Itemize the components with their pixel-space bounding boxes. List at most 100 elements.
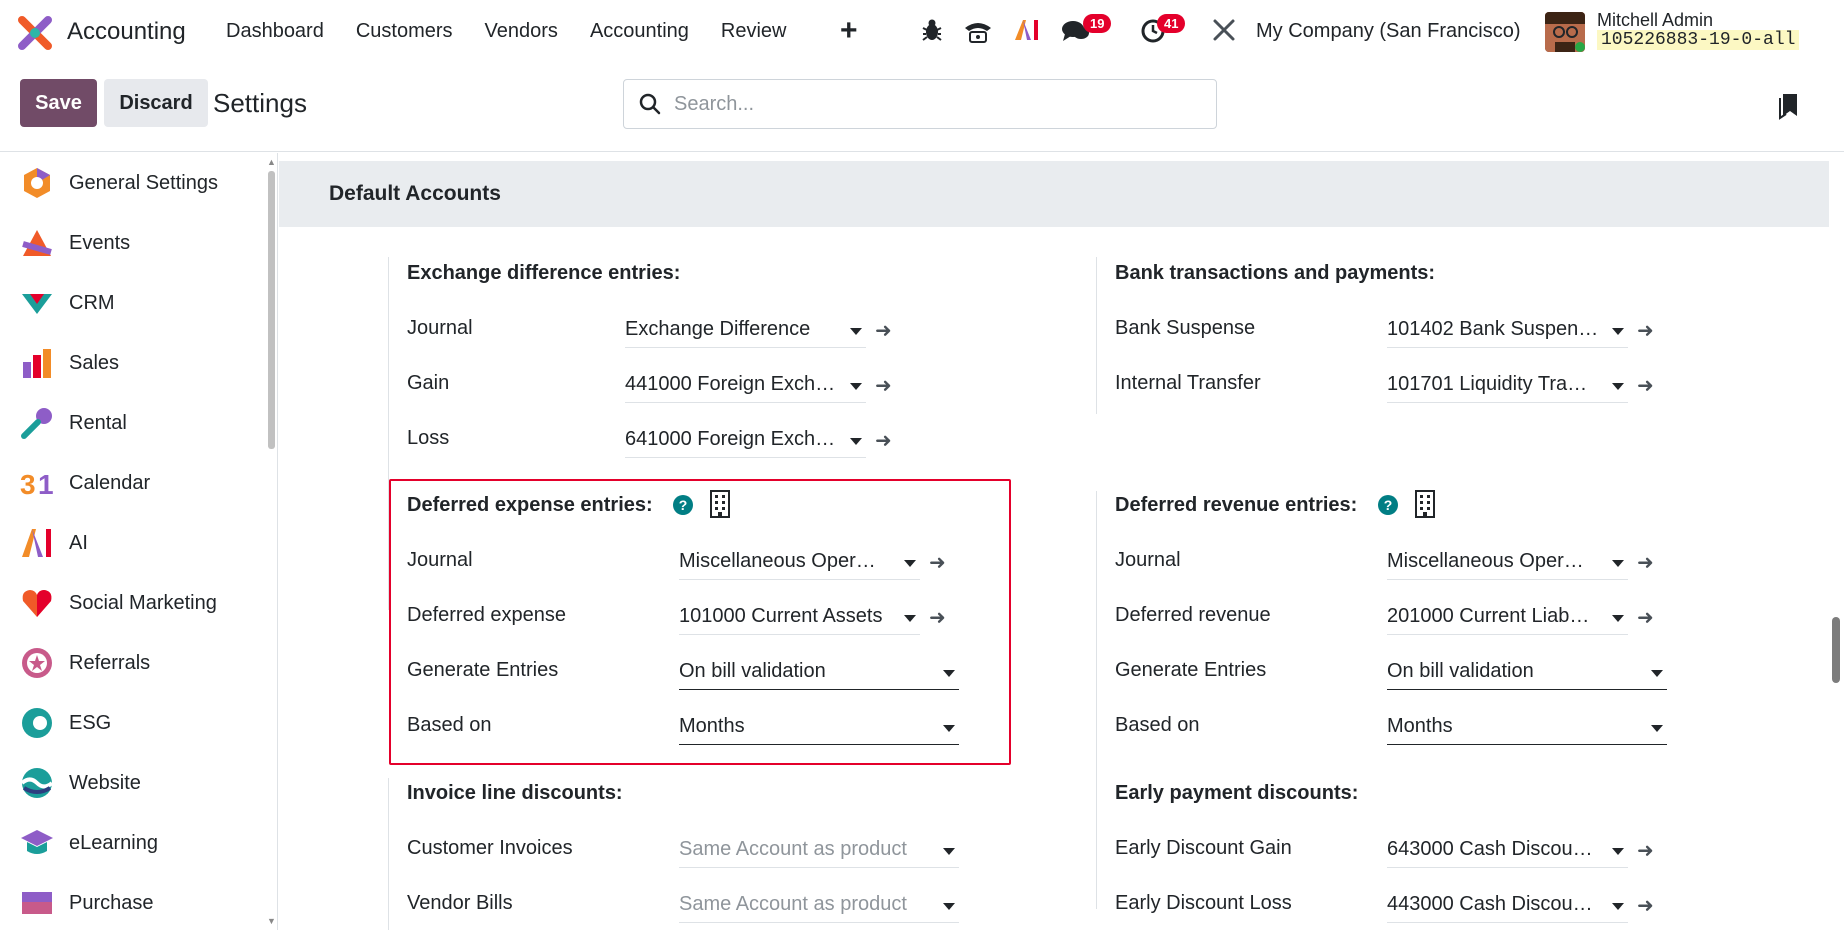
chevron-down-icon	[1612, 848, 1624, 855]
chevron-down-icon	[1612, 560, 1624, 567]
deferred-revenue-journal-label: Journal	[1115, 549, 1181, 571]
sidebar-item-esg[interactable]: ESG	[0, 693, 265, 753]
chevron-down-icon	[850, 438, 862, 445]
early-discount-gain-label: Early Discount Gain	[1115, 837, 1292, 859]
customer-invoices-select[interactable]: Same Account as product	[679, 836, 959, 868]
sidebar-item-elearning[interactable]: eLearning	[0, 813, 265, 873]
company-building-icon	[1415, 490, 1435, 518]
top-navbar: Accounting Dashboard Customers Vendors A…	[0, 0, 1844, 64]
settings-sidebar: General Settings Events CRM Sales Rental	[0, 153, 278, 930]
internal-transfer-select[interactable]: 101701 Liquidity Tra…	[1387, 371, 1628, 403]
early-discount-gain-select[interactable]: 643000 Cash Discou…	[1387, 836, 1628, 868]
company-switcher[interactable]: My Company (San Francisco)	[1256, 20, 1521, 43]
sidebar-scroll-up-icon[interactable]: ▲	[267, 157, 276, 167]
invoice-discounts-title: Invoice line discounts:	[407, 782, 623, 804]
sidebar-item-purchase[interactable]: Purchase	[0, 873, 265, 930]
scrollbar-thumb[interactable]	[1832, 617, 1840, 683]
phone-icon[interactable]	[963, 18, 993, 44]
discard-button[interactable]: Discard	[104, 79, 208, 127]
internal-link-arrow-icon[interactable]: ➜	[875, 373, 892, 398]
purchase-icon	[22, 892, 52, 914]
deferred-revenue-based-select[interactable]: Months	[1387, 713, 1667, 745]
deferred-revenue-generate-select[interactable]: On bill validation	[1387, 658, 1667, 690]
exchange-journal-select[interactable]: Exchange Difference	[625, 316, 866, 348]
referrals-icon	[22, 648, 52, 678]
search-bar[interactable]	[623, 79, 1217, 129]
bookmark-icon[interactable]	[1778, 92, 1800, 120]
exchange-gain-select[interactable]: 441000 Foreign Exch…	[625, 371, 866, 403]
exchange-journal-label: Journal	[407, 317, 473, 339]
vendor-bills-select[interactable]: Same Account as product	[679, 891, 959, 923]
save-button[interactable]: Save	[20, 79, 97, 127]
sidebar-item-crm[interactable]: CRM	[0, 273, 265, 333]
chevron-down-icon	[1612, 383, 1624, 390]
deferred-revenue-based-label: Based on	[1115, 714, 1200, 736]
internal-link-arrow-icon[interactable]: ➜	[1637, 318, 1654, 343]
menu-vendors[interactable]: Vendors	[485, 20, 558, 43]
accounting-logo-icon[interactable]	[18, 16, 52, 50]
svg-text:3: 3	[20, 469, 36, 500]
user-avatar[interactable]	[1545, 12, 1585, 52]
elearning-icon	[21, 830, 53, 854]
search-input[interactable]	[674, 92, 1174, 116]
deferred-revenue-generate-label: Generate Entries	[1115, 659, 1267, 681]
bank-group-title: Bank transactions and payments:	[1115, 262, 1436, 284]
chevron-down-icon	[1651, 670, 1663, 677]
esg-icon	[22, 708, 52, 738]
menu-dashboard[interactable]: Dashboard	[226, 20, 324, 43]
svg-text:1: 1	[38, 469, 54, 500]
bank-suspense-select[interactable]: 101402 Bank Suspen…	[1387, 316, 1628, 348]
user-name[interactable]: Mitchell Admin	[1597, 10, 1713, 31]
sidebar-item-rental[interactable]: Rental	[0, 393, 265, 453]
vendor-bills-label: Vendor Bills	[407, 892, 513, 914]
internal-link-arrow-icon[interactable]: ➜	[1637, 893, 1654, 918]
bank-suspense-label: Bank Suspense	[1115, 317, 1256, 339]
exchange-loss-label: Loss	[407, 427, 450, 449]
search-icon	[639, 93, 661, 115]
internal-link-arrow-icon[interactable]: ➜	[1637, 838, 1654, 863]
sidebar-item-ai[interactable]: AI	[0, 513, 265, 573]
chevron-down-icon	[943, 903, 955, 910]
menu-customers[interactable]: Customers	[356, 20, 453, 43]
exchange-gain-label: Gain	[407, 372, 450, 394]
internal-transfer-label: Internal Transfer	[1115, 372, 1261, 394]
internal-link-arrow-icon[interactable]: ➜	[875, 318, 892, 343]
sidebar-item-referrals[interactable]: Referrals	[0, 633, 265, 693]
divider	[1096, 491, 1097, 909]
chevron-down-icon	[1612, 615, 1624, 622]
main-scrollbar[interactable]	[1829, 153, 1844, 930]
menu-accounting[interactable]: Accounting	[590, 20, 689, 43]
page-title: Settings	[213, 88, 307, 118]
internal-link-arrow-icon[interactable]: ➜	[1637, 373, 1654, 398]
plus-icon[interactable]: +	[840, 14, 858, 48]
menu-review[interactable]: Review	[721, 20, 787, 43]
internal-link-arrow-icon[interactable]: ➜	[875, 428, 892, 453]
sidebar-item-sales[interactable]: Sales	[0, 333, 265, 393]
app-name[interactable]: Accounting	[67, 18, 186, 46]
bug-icon[interactable]	[921, 18, 943, 42]
exchange-loss-select[interactable]: 641000 Foreign Exch…	[625, 426, 866, 458]
deferred-revenue-journal-select[interactable]: Miscellaneous Oper…	[1387, 548, 1628, 580]
sidebar-item-general-settings[interactable]: General Settings	[0, 153, 265, 213]
chevron-down-icon	[1612, 328, 1624, 335]
sidebar-item-website[interactable]: Website	[0, 753, 265, 813]
sidebar-item-events[interactable]: Events	[0, 213, 265, 273]
internal-link-arrow-icon[interactable]: ➜	[1637, 550, 1654, 575]
ai-icon[interactable]	[1013, 18, 1041, 42]
database-name: 105226883-19-0-all	[1597, 30, 1800, 50]
help-icon[interactable]: ?	[1378, 495, 1398, 515]
sales-icon	[23, 349, 51, 378]
activity-badge: 41	[1157, 14, 1186, 33]
exchange-group-title: Exchange difference entries:	[407, 262, 681, 284]
sidebar-scroll-down-icon[interactable]: ▼	[267, 916, 276, 926]
early-discount-loss-select[interactable]: 443000 Cash Discou…	[1387, 891, 1628, 923]
deferred-revenue-account-label: Deferred revenue	[1115, 604, 1271, 626]
divider	[1096, 257, 1097, 414]
sidebar-item-calendar[interactable]: 3 1 Calendar	[0, 453, 265, 513]
sidebar-item-social-marketing[interactable]: Social Marketing	[0, 573, 265, 633]
deferred-revenue-account-select[interactable]: 201000 Current Liab…	[1387, 603, 1628, 635]
sidebar-scrollbar[interactable]	[268, 171, 275, 449]
tools-icon[interactable]	[1212, 18, 1236, 42]
internal-link-arrow-icon[interactable]: ➜	[1637, 605, 1654, 630]
general-settings-icon	[24, 168, 50, 198]
